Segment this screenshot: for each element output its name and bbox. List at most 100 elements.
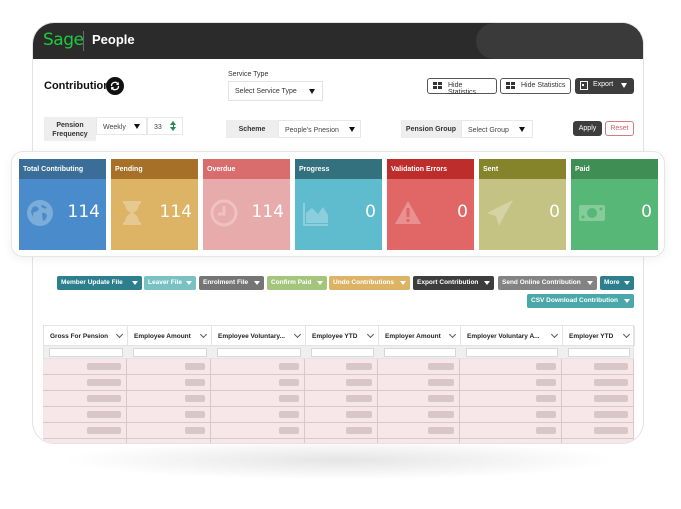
table-row[interactable]: [43, 375, 634, 391]
table-cell: [211, 439, 305, 443]
stat-card-label: Progress: [295, 159, 382, 179]
table-row[interactable]: [43, 439, 634, 444]
action-confirm-paid-button[interactable]: Confirm Paid: [267, 276, 327, 290]
column-filter-input[interactable]: [568, 348, 630, 357]
table-cell: [211, 391, 305, 407]
action-undo-contributions-button[interactable]: Undo Contributions: [329, 276, 410, 290]
loading-placeholder: [346, 443, 372, 444]
table-row[interactable]: [43, 359, 634, 375]
chevron-down-icon[interactable]: [550, 330, 559, 339]
stat-card-body: 0: [571, 179, 658, 250]
table-cell: [43, 407, 127, 423]
column-header[interactable]: Gross For Pension: [44, 326, 128, 346]
chevron-down-icon[interactable]: [448, 330, 457, 339]
loading-placeholder: [185, 411, 205, 418]
stat-card-validation-errors[interactable]: Validation Errors 0: [387, 159, 474, 250]
period-stepper[interactable]: 33: [147, 117, 183, 135]
chevron-down-icon[interactable]: [199, 330, 208, 339]
sage-logo[interactable]: Sage: [43, 30, 84, 50]
stat-card-pending[interactable]: Pending 114: [111, 159, 198, 250]
pension-group-select[interactable]: Select Group: [461, 120, 533, 138]
table-cell: [562, 359, 634, 375]
column-header-label: Employer Amount: [385, 333, 441, 340]
refresh-icon[interactable]: [106, 77, 124, 95]
chevron-down-icon: [132, 281, 138, 285]
table-row[interactable]: [43, 391, 634, 407]
warning-icon: [394, 199, 422, 227]
loading-placeholder: [185, 363, 205, 370]
loading-placeholder: [594, 379, 628, 386]
app-name: People: [92, 32, 135, 47]
stat-card-paid[interactable]: Paid 0: [571, 159, 658, 250]
table-cell: [43, 391, 127, 407]
service-type-select[interactable]: Select Service Type: [228, 81, 323, 101]
pension-frequency-label: Pension Frequency: [44, 117, 96, 141]
top-bar-decoration: [476, 23, 643, 59]
hide-statistics-button-2[interactable]: Hide Statistics: [500, 78, 571, 94]
loading-placeholder: [185, 427, 205, 434]
frequency-select[interactable]: Weekly: [96, 117, 147, 135]
stat-card-label: Paid: [571, 159, 658, 179]
action-label: Member Update File: [61, 279, 123, 286]
loading-placeholder: [185, 379, 205, 386]
chevron-down-icon[interactable]: [622, 330, 631, 339]
column-filter-input[interactable]: [217, 348, 301, 357]
column-header[interactable]: Employee YTD: [306, 326, 379, 346]
column-header[interactable]: Employee Voluntary...: [212, 326, 306, 346]
stepper-arrows-icon[interactable]: [170, 121, 177, 133]
loading-placeholder: [594, 395, 628, 402]
chevron-down-icon[interactable]: [366, 330, 375, 339]
table-cell: [460, 359, 562, 375]
loading-placeholder: [87, 411, 121, 418]
table-cell: [378, 359, 460, 375]
stat-card-progress[interactable]: Progress 0: [295, 159, 382, 250]
column-filter-input[interactable]: [311, 348, 374, 357]
table-row[interactable]: [43, 423, 634, 439]
column-filter-input[interactable]: [466, 348, 558, 357]
column-header-label: Employee YTD: [312, 333, 358, 340]
scheme-select[interactable]: People's Pnesion: [278, 120, 361, 138]
action-member-update-file-button[interactable]: Member Update File: [57, 276, 142, 290]
grid-icon: [433, 82, 442, 90]
pension-group-label: Pension Group: [401, 120, 461, 138]
action-export-contribution-button[interactable]: Export Contribution: [413, 276, 494, 290]
column-header[interactable]: Employer Amount: [379, 326, 461, 346]
stat-card-value: 114: [251, 202, 284, 222]
table-cell: [43, 375, 127, 391]
action-csv-download-contribution-button[interactable]: CSV Download Contribution: [527, 294, 634, 308]
action-leaver-file-button[interactable]: Leaver File: [144, 276, 196, 290]
action-label: CSV Download Contribution: [531, 297, 619, 304]
chevron-down-icon[interactable]: [293, 330, 302, 339]
loading-placeholder: [346, 363, 372, 370]
apply-button[interactable]: Apply: [573, 121, 602, 136]
scheme-label: Scheme: [226, 120, 278, 138]
action-send-online-contribution-button[interactable]: Send Online Contribution: [498, 276, 597, 290]
stat-card-total-contributing[interactable]: Total Contributing 114: [19, 159, 106, 250]
action-enrolment-file-button[interactable]: Enrolment File: [199, 276, 264, 290]
chevron-down-icon[interactable]: [115, 330, 124, 339]
loading-placeholder: [279, 379, 299, 386]
table-cell: [562, 423, 634, 439]
reset-button[interactable]: Reset: [605, 121, 634, 136]
column-filter-input[interactable]: [133, 348, 207, 357]
period-value: 33: [154, 124, 162, 131]
loading-placeholder: [185, 395, 205, 402]
action-more-button[interactable]: More: [600, 276, 634, 290]
table-row[interactable]: [43, 407, 634, 423]
stat-card-overdue[interactable]: Overdue 114: [203, 159, 290, 250]
column-header[interactable]: Employer YTD: [563, 326, 635, 346]
loading-placeholder: [279, 395, 299, 402]
stat-card-label: Total Contributing: [19, 159, 106, 179]
stat-card-sent[interactable]: Sent 0: [479, 159, 566, 250]
hide-statistics-button[interactable]: Hide Statistics: [427, 78, 497, 96]
loading-placeholder: [346, 411, 372, 418]
clock-icon: [210, 199, 238, 227]
table-cell: [211, 359, 305, 375]
action-label: Export Contribution: [417, 279, 479, 286]
column-filter-input[interactable]: [49, 348, 123, 357]
column-header[interactable]: Employee Amount: [128, 326, 212, 346]
column-header[interactable]: Employer Voluntary A...: [461, 326, 563, 346]
column-filter-input[interactable]: [384, 348, 456, 357]
chevron-down-icon: [400, 281, 406, 285]
export-button[interactable]: Export: [575, 78, 634, 94]
